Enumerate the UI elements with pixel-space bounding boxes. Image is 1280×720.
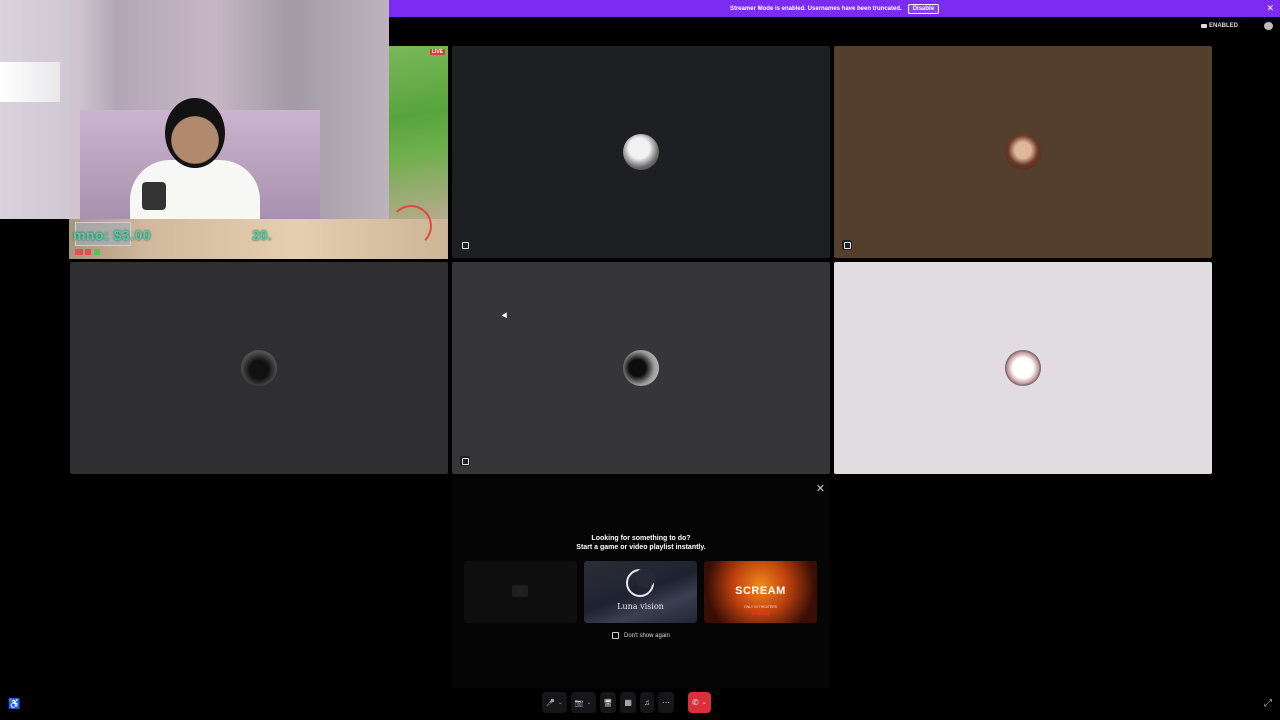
- game-overlay-money: mno: $3.00: [73, 227, 152, 243]
- mute-button[interactable]: 🎤 ⌄: [542, 692, 567, 713]
- screen-share-icon: 🖥: [603, 699, 613, 707]
- webcam-window-bg: [0, 62, 60, 102]
- participant-tile-4[interactable]: [452, 262, 830, 474]
- participant-avatar: [1005, 350, 1041, 386]
- participant-tile-5[interactable]: [834, 262, 1212, 474]
- screen-share-button[interactable]: 🖥: [599, 692, 617, 713]
- checkbox-box[interactable]: [612, 632, 619, 639]
- chevron-down-icon[interactable]: ⌄: [702, 699, 707, 706]
- streamer-mode-banner: Streamer Mode is enabled. Usernames have…: [389, 0, 1280, 17]
- participant-tile-2[interactable]: [834, 46, 1212, 258]
- fullscreen-icon[interactable]: ⤢: [1264, 698, 1272, 709]
- game-overlay-number: 20.: [252, 227, 272, 243]
- camera-off-icon: 📷: [574, 699, 584, 707]
- camera-icon: [1200, 24, 1207, 28]
- scream-date: 03.27.26: [751, 611, 770, 616]
- activity-card-placeholder[interactable]: [464, 561, 577, 623]
- game-controller-icon: [512, 585, 528, 597]
- scream-title: SCREAM: [735, 585, 786, 597]
- chevron-down-icon[interactable]: ⌄: [558, 699, 563, 706]
- close-icon[interactable]: ✕: [816, 482, 825, 495]
- streamer-enabled-badge: ENABLED: [1200, 23, 1238, 29]
- activity-suggestion-panel: ✕ Looking for something to do? Start a g…: [452, 478, 830, 688]
- participant-avatar: [1005, 134, 1041, 170]
- activity-status-icon: [842, 240, 852, 250]
- soundboard-icon: ♫: [643, 698, 650, 707]
- disable-streamer-mode-button[interactable]: Disable: [907, 3, 940, 14]
- more-icon: ⋯: [661, 698, 670, 707]
- banner-close-icon[interactable]: ✕: [1266, 3, 1274, 14]
- scream-subtitle: ONLY IN THEATERS: [744, 605, 777, 609]
- activity-heading: Looking for something to do?: [591, 535, 691, 542]
- luna-vision-brand: Luna vision: [617, 602, 664, 611]
- speedometer-icon: [390, 205, 432, 247]
- game-stream-tile[interactable]: LIVE: [389, 46, 448, 219]
- activities-button[interactable]: ▦: [620, 692, 636, 713]
- live-badge: LIVE: [429, 49, 445, 55]
- activity-card-scream[interactable]: SCREAM ONLY IN THEATERS 03.27.26: [704, 561, 817, 623]
- dont-show-again-checkbox[interactable]: Don't show again: [612, 632, 670, 639]
- streamer-mode-message: Streamer Mode is enabled. Usernames have…: [729, 5, 902, 12]
- streamer-webcam: [0, 0, 389, 219]
- enabled-label: ENABLED: [1208, 23, 1238, 29]
- chevron-down-icon[interactable]: ⌄: [586, 699, 591, 706]
- webcam-head: [165, 98, 225, 168]
- activity-card-luna-vision[interactable]: Luna vision: [584, 561, 697, 623]
- accessibility-icon[interactable]: ♿: [8, 699, 20, 710]
- disconnect-button[interactable]: ✆ ⌄: [687, 692, 711, 713]
- more-options-button[interactable]: ⋯: [657, 692, 674, 713]
- moon-logo-icon: [626, 568, 655, 597]
- participant-avatar: [623, 134, 659, 170]
- activities-icon: ▦: [624, 698, 632, 707]
- activity-status-icon: [460, 240, 470, 250]
- game-hud-dots: [75, 249, 115, 255]
- webcam-phone: [142, 182, 166, 210]
- microphone-icon: 🎤: [546, 699, 555, 707]
- camera-button[interactable]: 📷 ⌄: [570, 692, 596, 713]
- dont-show-again-label: Don't show again: [624, 632, 670, 639]
- participant-tile-3[interactable]: [70, 262, 448, 474]
- participant-avatar: [623, 350, 659, 386]
- participant-tile-1[interactable]: [452, 46, 830, 258]
- call-controls-bar: 🎤 ⌄ 📷 ⌄ 🖥 ▦ ♫ ⋯ ✆ ⌄: [542, 692, 711, 713]
- soundboard-button[interactable]: ♫: [639, 692, 654, 713]
- participant-avatar: [241, 350, 277, 386]
- activity-status-icon: [460, 456, 470, 466]
- activity-subheading: Start a game or video playlist instantly…: [576, 544, 706, 551]
- chat-icon[interactable]: [1264, 22, 1273, 30]
- end-call-icon: ✆: [691, 698, 699, 707]
